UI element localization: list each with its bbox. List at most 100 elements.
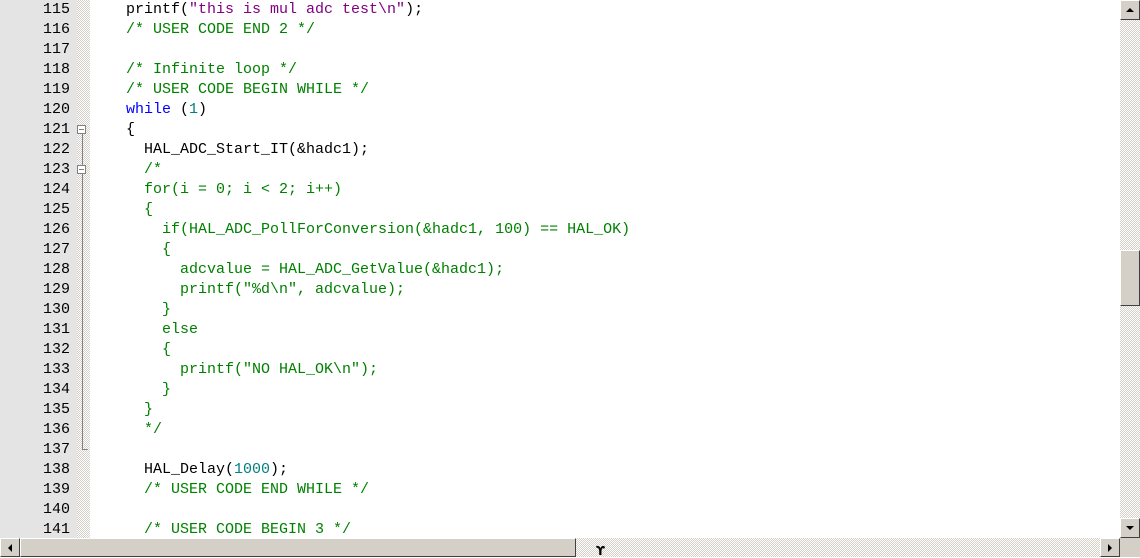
code-line[interactable]: 122 HAL_ADC_Start_IT(&hadc1);: [0, 140, 1120, 160]
line-number: 126: [42, 221, 70, 238]
token-default: HAL_ADC_Start_IT(&hadc1);: [108, 141, 370, 158]
code-text: /* Infinite loop */: [108, 60, 297, 80]
line-number: 139: [42, 481, 70, 498]
token-comment: }: [108, 401, 154, 418]
token-comment: /* Infinite loop */: [108, 61, 298, 78]
line-number: 132: [42, 341, 70, 358]
code-line[interactable]: 115 printf("this is mul adc test\n");: [0, 0, 1120, 20]
token-comment: printf("NO HAL_OK\n");: [108, 361, 379, 378]
token-comment: {: [108, 241, 172, 258]
code-line[interactable]: 136 */: [0, 420, 1120, 440]
token-default: HAL_Delay(: [108, 461, 235, 478]
scroll-right-button[interactable]: [1100, 538, 1120, 557]
code-text: /* USER CODE END WHILE */: [108, 480, 369, 500]
scroll-left-button[interactable]: [0, 538, 20, 557]
token-comment: }: [108, 381, 172, 398]
code-line[interactable]: 138 HAL_Delay(1000);: [0, 460, 1120, 480]
scrollbar-corner: [1120, 538, 1140, 557]
code-line[interactable]: 137: [0, 440, 1120, 460]
code-line[interactable]: 126 if(HAL_ADC_PollForConversion(&hadc1,…: [0, 220, 1120, 240]
token-keyword: while: [108, 101, 172, 118]
token-comment: {: [108, 341, 172, 358]
line-number: 138: [42, 461, 70, 478]
token-default: printf(: [108, 1, 190, 18]
code-line[interactable]: 141 /* USER CODE BEGIN 3 */: [0, 520, 1120, 538]
line-number: 130: [42, 301, 70, 318]
token-default: );: [405, 1, 424, 18]
arrow-down-icon: [1126, 526, 1134, 530]
token-comment: /* USER CODE END 2 */: [108, 21, 316, 38]
token-comment: /* USER CODE BEGIN 3 */: [108, 521, 352, 538]
line-number: 133: [42, 361, 70, 378]
code-line[interactable]: 139 /* USER CODE END WHILE */: [0, 480, 1120, 500]
line-number: 125: [42, 201, 70, 218]
code-text: HAL_Delay(1000);: [108, 460, 288, 480]
code-line[interactable]: 125 {: [0, 200, 1120, 220]
token-comment: */: [108, 421, 163, 438]
code-text: /* USER CODE END 2 */: [108, 20, 315, 40]
horizontal-scrollbar[interactable]: [0, 538, 1120, 557]
code-text: */: [108, 420, 162, 440]
line-number: 121: [42, 121, 70, 138]
code-line[interactable]: 123 /*: [0, 160, 1120, 180]
arrow-left-icon: [8, 543, 12, 552]
token-comment: /*: [108, 161, 163, 178]
code-line[interactable]: 124 for(i = 0; i < 2; i++): [0, 180, 1120, 200]
code-text: adcvalue = HAL_ADC_GetValue(&hadc1);: [108, 260, 504, 280]
code-line[interactable]: 121 {: [0, 120, 1120, 140]
line-number: 140: [42, 501, 70, 518]
code-line[interactable]: 129 printf("%d\n", adcvalue);: [0, 280, 1120, 300]
token-default: );: [270, 461, 289, 478]
code-line[interactable]: 135 }: [0, 400, 1120, 420]
code-line[interactable]: 127 {: [0, 240, 1120, 260]
line-number: 129: [42, 281, 70, 298]
code-text: }: [108, 380, 171, 400]
token-comment: /* USER CODE END WHILE */: [108, 481, 370, 498]
line-number: 122: [42, 141, 70, 158]
code-text: {: [108, 200, 153, 220]
line-number: 123: [42, 161, 70, 178]
token-number: 1: [189, 101, 199, 118]
code-text: printf("%d\n", adcvalue);: [108, 280, 405, 300]
code-text: printf("NO HAL_OK\n");: [108, 360, 378, 380]
code-text: }: [108, 300, 171, 320]
vertical-scroll-thumb[interactable]: [1120, 249, 1140, 306]
code-line[interactable]: 118 /* Infinite loop */: [0, 60, 1120, 80]
code-line[interactable]: 128 adcvalue = HAL_ADC_GetValue(&hadc1);: [0, 260, 1120, 280]
code-line[interactable]: 119 /* USER CODE BEGIN WHILE */: [0, 80, 1120, 100]
line-number: 118: [42, 61, 70, 78]
line-number: 124: [42, 181, 70, 198]
token-comment: }: [108, 301, 172, 318]
line-number: 127: [42, 241, 70, 258]
code-line[interactable]: 134 }: [0, 380, 1120, 400]
token-comment: {: [108, 201, 154, 218]
line-number: 135: [42, 401, 70, 418]
line-number: 134: [42, 381, 70, 398]
code-line[interactable]: 140: [0, 500, 1120, 520]
code-line[interactable]: 130 }: [0, 300, 1120, 320]
code-line[interactable]: 133 printf("NO HAL_OK\n");: [0, 360, 1120, 380]
line-number: 136: [42, 421, 70, 438]
code-line[interactable]: 117: [0, 40, 1120, 60]
code-text: /* USER CODE BEGIN 3 */: [108, 520, 351, 538]
scroll-up-button[interactable]: [1120, 0, 1140, 20]
code-line[interactable]: 132 {: [0, 340, 1120, 360]
vertical-scrollbar[interactable]: [1120, 0, 1140, 538]
code-text: for(i = 0; i < 2; i++): [108, 180, 342, 200]
horizontal-scroll-thumb[interactable]: [20, 538, 576, 557]
token-comment: else: [108, 321, 199, 338]
code-line[interactable]: 120 while (1): [0, 100, 1120, 120]
token-comment: if(HAL_ADC_PollForConversion(&hadc1, 100…: [108, 221, 631, 238]
line-number: 131: [42, 321, 70, 338]
code-line[interactable]: 116 /* USER CODE END 2 */: [0, 20, 1120, 40]
line-number: 119: [42, 81, 70, 98]
scroll-down-button[interactable]: [1120, 518, 1140, 538]
line-number: 117: [42, 41, 70, 58]
code-text: {: [108, 340, 171, 360]
token-comment: /* USER CODE BEGIN WHILE */: [108, 81, 370, 98]
code-line[interactable]: 131 else: [0, 320, 1120, 340]
token-string: "this is mul adc test\n": [189, 1, 406, 18]
code-editor[interactable]: 115 printf("this is mul adc test\n"); 116…: [0, 0, 1120, 538]
token-default: ): [198, 101, 208, 118]
code-text: HAL_ADC_Start_IT(&hadc1);: [108, 140, 369, 160]
